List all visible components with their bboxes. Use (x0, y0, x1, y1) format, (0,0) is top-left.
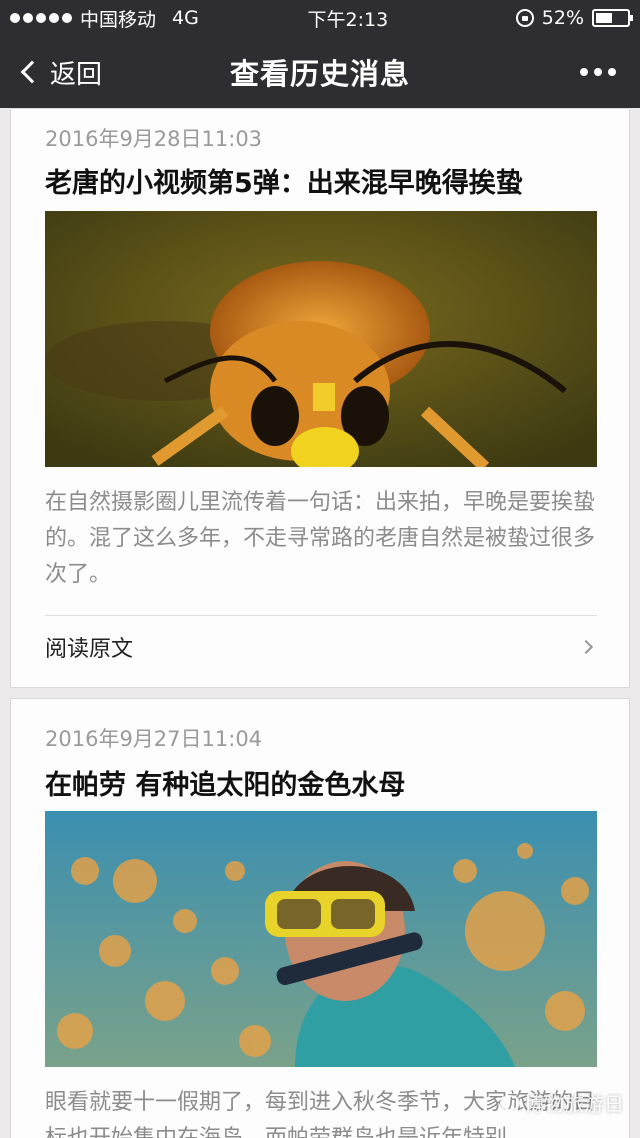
more-dots-icon[interactable] (490, 68, 640, 76)
rotation-lock-icon (515, 9, 534, 27)
back-button[interactable]: 返回 (0, 54, 150, 91)
wasp-photo[interactable] (45, 211, 597, 467)
battery-percent: 52% (541, 7, 584, 29)
navigation-bar: 返回 查看历史消息 (0, 36, 640, 108)
battery-fill (596, 13, 612, 23)
back-chevron-icon (20, 60, 44, 84)
article-summary: 在自然摄影圈儿里流传着一句话：出来拍，早晚是要挨蛰的。混了这么多年，不走寻常路的… (45, 490, 596, 587)
status-bar: 中国移动 4G 下午2:13 52% (0, 0, 640, 36)
signal-strength-icon (10, 13, 72, 23)
read-original-link[interactable]: 阅读原文 (45, 625, 597, 669)
back-label: 返回 (50, 59, 103, 90)
article-card[interactable]: 2016年9月28日11:03 老唐的小视频第5弹：出来混早晚得挨蛰 在自然摄影… (10, 108, 630, 688)
status-right: 52% (515, 7, 633, 29)
status-time: 下午2:13 (307, 8, 389, 31)
chevron-right-icon (578, 639, 594, 655)
article-date: 2016年9月28日11:03 (45, 127, 263, 151)
page-title: 查看历史消息 (229, 57, 410, 91)
battery-icon (592, 9, 633, 27)
watermark: 博物旅游日 (500, 1088, 624, 1117)
snorkeler-jellyfish-photo[interactable] (45, 811, 597, 1067)
carrier-name: 中国移动 (80, 8, 157, 31)
card-divider (45, 615, 597, 616)
article-date: 2016年9月27日11:04 (45, 727, 263, 751)
read-original-label: 阅读原文 (45, 637, 134, 662)
article-title[interactable]: 老唐的小视频第5弹：出来混早晚得挨蛰 (45, 161, 523, 200)
article-card[interactable]: 2016年9月27日11:04 在帕劳 有种追太阳的金色水母 眼看就要十一假期了… (10, 698, 630, 1138)
article-title[interactable]: 在帕劳 有种追太阳的金色水母 (45, 763, 405, 802)
watermark-text: 博物旅游日 (524, 1092, 624, 1116)
wechat-icon (500, 1094, 520, 1111)
